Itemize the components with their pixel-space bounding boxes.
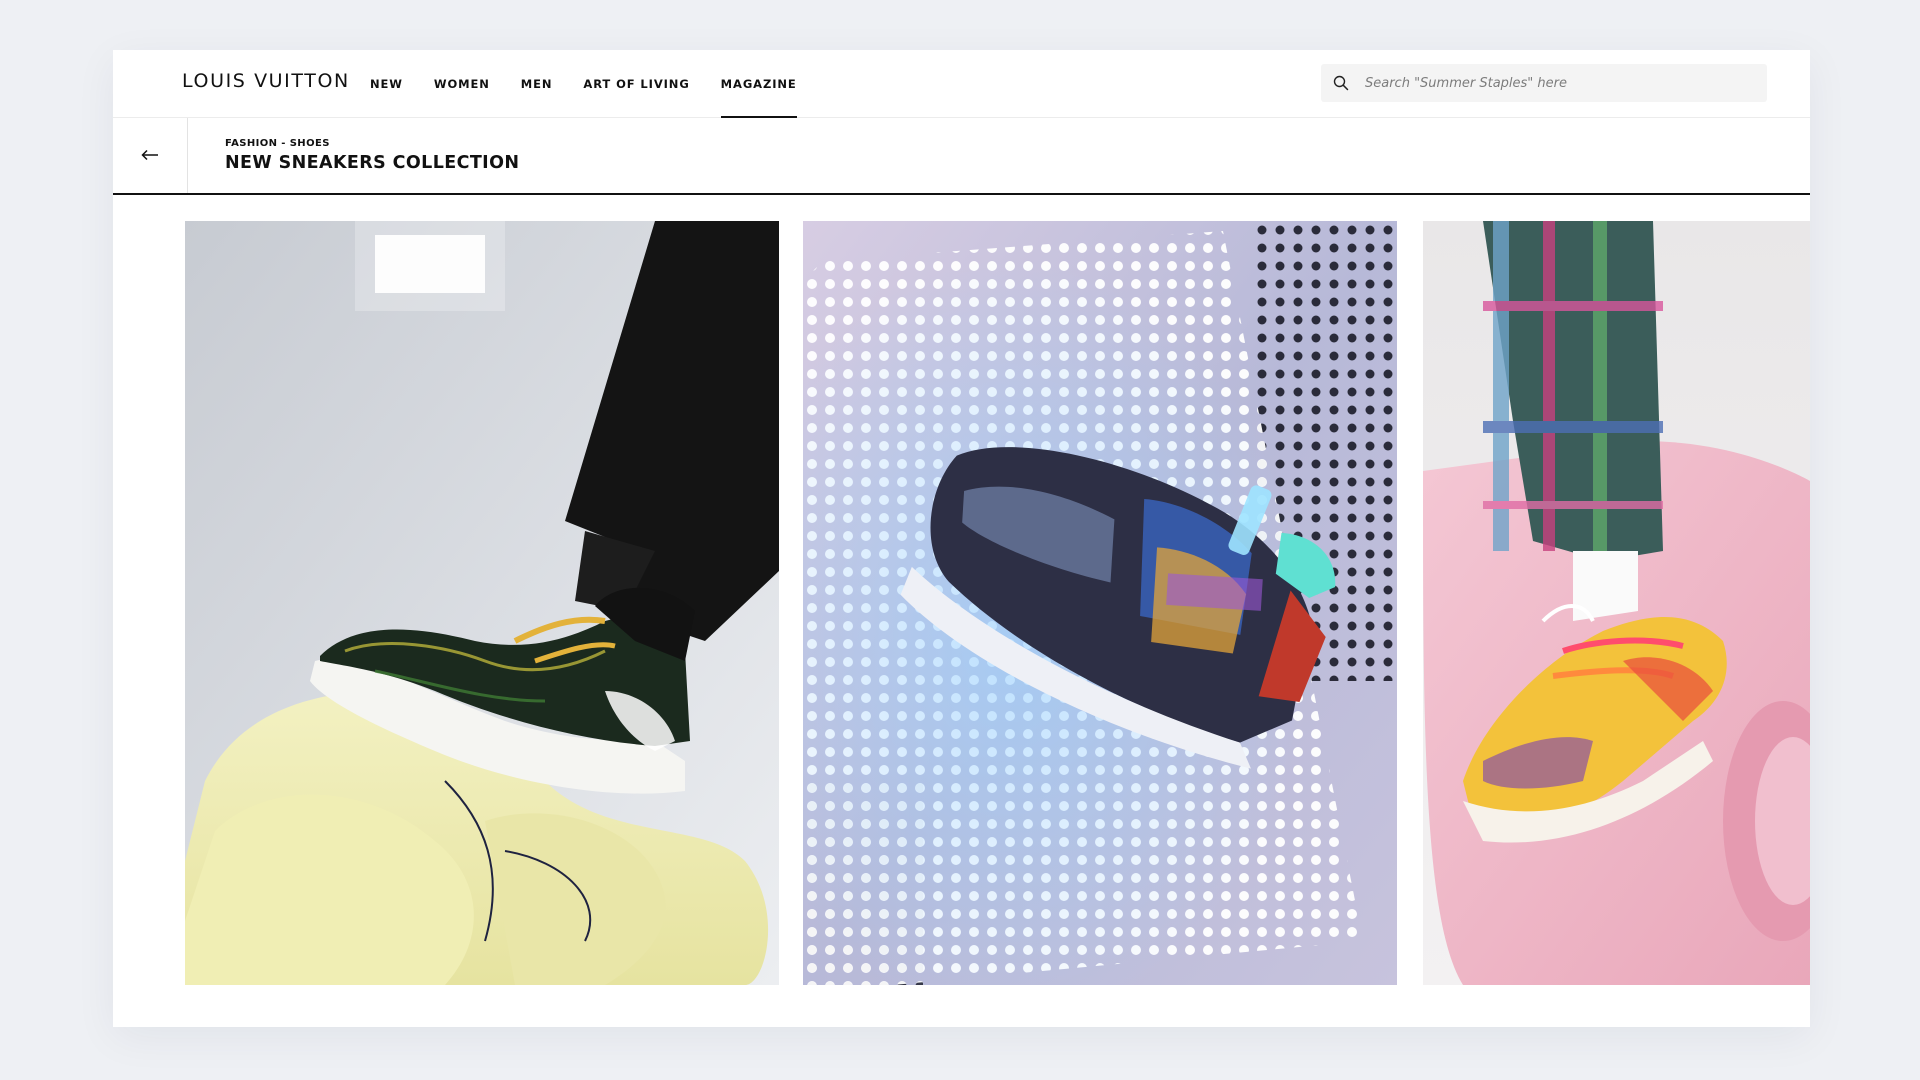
nav-item-men[interactable]: MEN (521, 50, 553, 117)
arrow-left-icon (141, 146, 159, 165)
article-header: FASHION - SHOES NEW SNEAKERS COLLECTION (113, 118, 1810, 195)
nav-item-women[interactable]: WOMEN (434, 50, 490, 117)
gallery-image-1[interactable] (185, 221, 779, 985)
search-input[interactable] (1361, 65, 1745, 101)
gallery-image-2[interactable] (803, 221, 1397, 985)
gallery-image-3[interactable] (1423, 221, 1810, 985)
top-navigation: LOUIS VUITTON NEW WOMEN MEN ART OF LIVIN… (113, 50, 1810, 118)
breadcrumb[interactable]: FASHION - SHOES (225, 138, 330, 149)
search-bar[interactable] (1321, 64, 1767, 102)
search-icon[interactable] (1321, 64, 1361, 102)
back-button[interactable] (113, 118, 188, 193)
main-nav: NEW WOMEN MEN ART OF LIVING MAGAZINE (370, 50, 828, 118)
nav-item-magazine[interactable]: MAGAZINE (720, 50, 797, 118)
browser-page: LOUIS VUITTON NEW WOMEN MEN ART OF LIVIN… (113, 50, 1810, 1027)
page-title: NEW SNEAKERS COLLECTION (225, 153, 520, 173)
image-gallery (113, 221, 1810, 985)
brand-logo[interactable]: LOUIS VUITTON (182, 70, 350, 92)
nav-item-art-of-living[interactable]: ART OF LIVING (583, 50, 689, 117)
nav-item-new[interactable]: NEW (370, 50, 403, 117)
